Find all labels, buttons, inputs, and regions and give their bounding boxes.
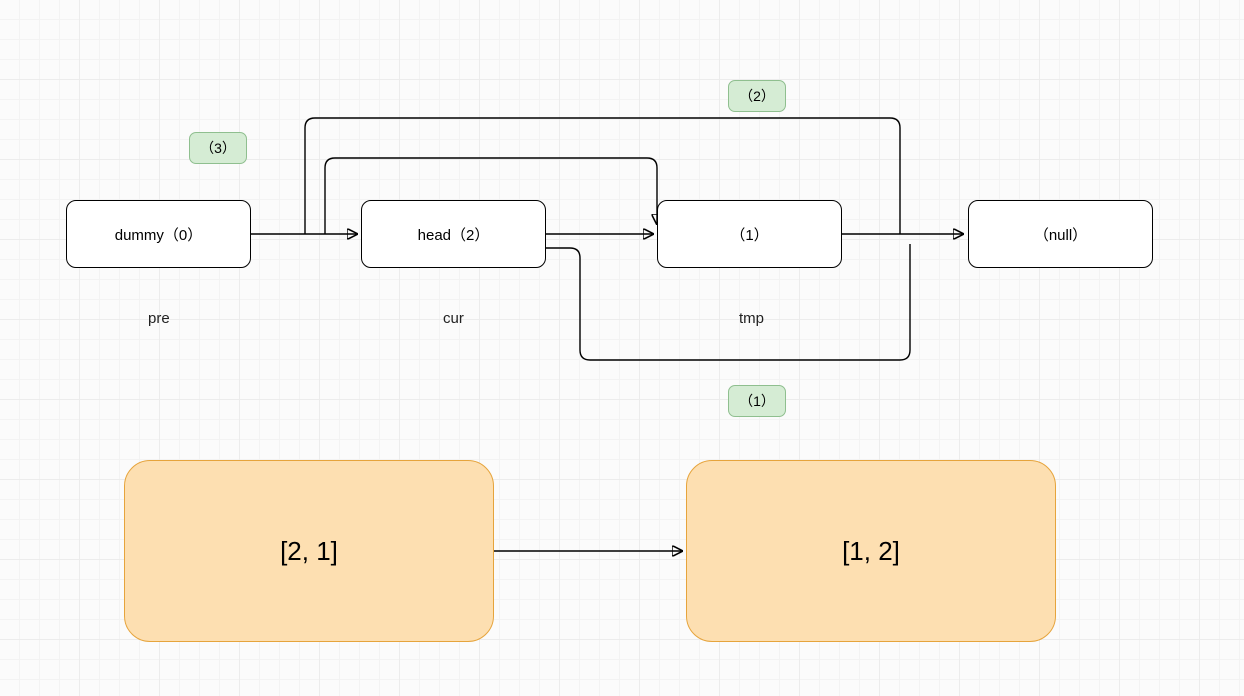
node-head: head（2） (361, 200, 546, 268)
block-output: [1, 2] (686, 460, 1056, 642)
chip-step-1-label: （1） (739, 391, 775, 411)
label-tmp: tmp (739, 310, 764, 327)
node-dummy-label: dummy（0） (115, 224, 203, 245)
chip-step-3: （3） (189, 132, 247, 164)
node-dummy: dummy（0） (66, 200, 251, 268)
chip-step-1: （1） (728, 385, 786, 417)
label-cur: cur (443, 310, 464, 327)
chip-step-3-label: （3） (200, 138, 236, 158)
chip-step-2: （2） (728, 80, 786, 112)
node-null: （null） (968, 200, 1153, 268)
node-one: （1） (657, 200, 842, 268)
block-output-label: [1, 2] (842, 536, 900, 567)
label-pre: pre (148, 310, 170, 327)
block-input: [2, 1] (124, 460, 494, 642)
chip-step-2-label: （2） (739, 86, 775, 106)
node-null-label: （null） (1034, 224, 1087, 245)
diagram-canvas: dummy（0） head（2） （1） （null） （3） （2） （1） … (0, 0, 1244, 696)
block-input-label: [2, 1] (280, 536, 338, 567)
node-one-label: （1） (730, 224, 768, 245)
node-head-label: head（2） (418, 224, 490, 245)
